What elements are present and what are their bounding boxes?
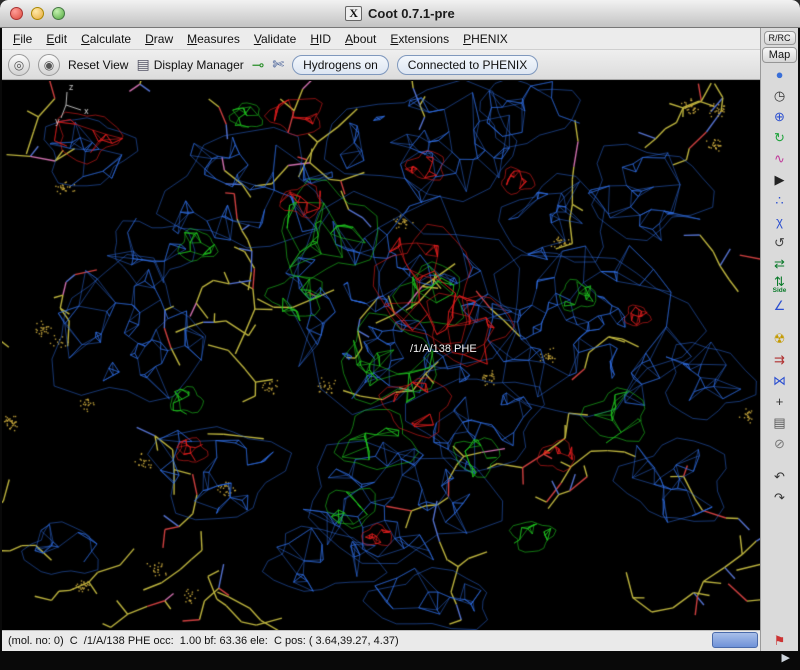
right-tool-column: R/RC Map ● ◷ ⊕ ↻ ∿ ▶ ∴ χ ↺ ⇄ ⇅ Side ∠ ☢ …	[760, 28, 798, 651]
status-text: (mol. no: 0) C /1/A/138 PHE occ: 1.00 bf…	[8, 635, 399, 647]
main-toolbar: ◎ ◉ Reset View ▤ Display Manager ⊸ ✄ Hyd…	[2, 50, 760, 80]
window-controls	[10, 7, 65, 20]
close-button[interactable]	[10, 7, 23, 20]
window-title: Coot 0.7.1-pre	[368, 6, 455, 21]
menu-bar: File Edit Calculate Draw Measures Valida…	[2, 28, 760, 50]
hydrogens-toggle-button[interactable]: Hydrogens on	[292, 55, 389, 75]
side-chain-flip-label: Side	[773, 288, 787, 295]
delete-icon[interactable]: ⊘	[765, 433, 795, 454]
chi-angles-icon[interactable]: χ	[765, 211, 795, 232]
title-bar[interactable]: X Coot 0.7.1-pre	[0, 0, 800, 28]
pointer-icon[interactable]: ▶	[765, 169, 795, 190]
flip-peptide-icon[interactable]: ⇄	[765, 253, 795, 274]
undo-icon[interactable]: ↶	[765, 466, 795, 487]
go-to-atom-key-icon[interactable]: ⊸	[252, 56, 265, 74]
molecular-canvas[interactable]	[2, 81, 760, 630]
graphics-viewport[interactable]: /1/A/138 PHE	[2, 81, 760, 630]
add-atom-icon[interactable]: +	[765, 391, 795, 412]
redo-icon[interactable]: ↷	[765, 487, 795, 508]
menu-calculate[interactable]: Calculate	[74, 30, 138, 48]
ribbon-icon[interactable]: ∿	[765, 148, 795, 169]
drawer-arrow-icon[interactable]: ▶	[782, 651, 790, 664]
display-manager-icon: ▤	[136, 56, 149, 73]
minimize-button[interactable]	[31, 7, 44, 20]
status-bar: (mol. no: 0) C /1/A/138 PHE occ: 1.00 bf…	[2, 630, 760, 651]
menu-edit[interactable]: Edit	[39, 30, 74, 48]
record-view-icon[interactable]: ◉	[38, 54, 60, 76]
residue-label: /1/A/138 PHE	[410, 343, 477, 355]
mutate-icon[interactable]: ⇉	[765, 349, 795, 370]
move-zone-icon[interactable]: ⊕	[765, 106, 795, 127]
menu-draw[interactable]: Draw	[138, 30, 180, 48]
menu-phenix[interactable]: PHENIX	[456, 30, 515, 48]
menu-hid[interactable]: HID	[303, 30, 338, 48]
flag-icon[interactable]: ⚑	[765, 630, 795, 651]
menu-measures[interactable]: Measures	[180, 30, 247, 48]
x11-app-icon: X	[345, 6, 362, 21]
map-button[interactable]: Map	[762, 47, 797, 63]
add-terminal-residue-icon[interactable]: ⋈	[765, 370, 795, 391]
coot-window: X Coot 0.7.1-pre File Edit Calculate Dra…	[0, 0, 800, 670]
clock-icon[interactable]: ◷	[765, 85, 795, 106]
density-sphere-icon[interactable]: ●	[765, 64, 795, 85]
menu-extensions[interactable]: Extensions	[383, 30, 456, 48]
menu-validate[interactable]: Validate	[247, 30, 304, 48]
menu-file[interactable]: File	[6, 30, 39, 48]
side-chain-flip-icon[interactable]: ⇅ Side	[765, 274, 795, 295]
ball-stick-icon[interactable]: ∴	[765, 190, 795, 211]
display-manager-button[interactable]: ▤ Display Manager	[136, 56, 243, 73]
scissors-icon[interactable]: ✄	[272, 56, 284, 73]
torsion-icon[interactable]: ∠	[765, 295, 795, 316]
keyboard-icon[interactable]: ▤	[765, 412, 795, 433]
radiation-icon[interactable]: ☢	[765, 328, 795, 349]
cycle-arrows-icon[interactable]: ↻	[765, 127, 795, 148]
menu-about[interactable]: About	[338, 30, 383, 48]
phenix-connection-button[interactable]: Connected to PHENIX	[397, 55, 538, 75]
window-title-group: X Coot 0.7.1-pre	[345, 6, 454, 21]
display-manager-label: Display Manager	[154, 58, 244, 72]
recenter-icon[interactable]: ◎	[8, 54, 30, 76]
horizontal-scrollbar-thumb[interactable]	[712, 632, 758, 648]
reset-view-button[interactable]: Reset View	[68, 58, 128, 72]
rrc-button[interactable]: R/RC	[764, 31, 796, 45]
zoom-button[interactable]	[52, 7, 65, 20]
side-chain-flip-glyph: ⇅	[774, 275, 785, 288]
rotate-translate-icon[interactable]: ↺	[765, 232, 795, 253]
